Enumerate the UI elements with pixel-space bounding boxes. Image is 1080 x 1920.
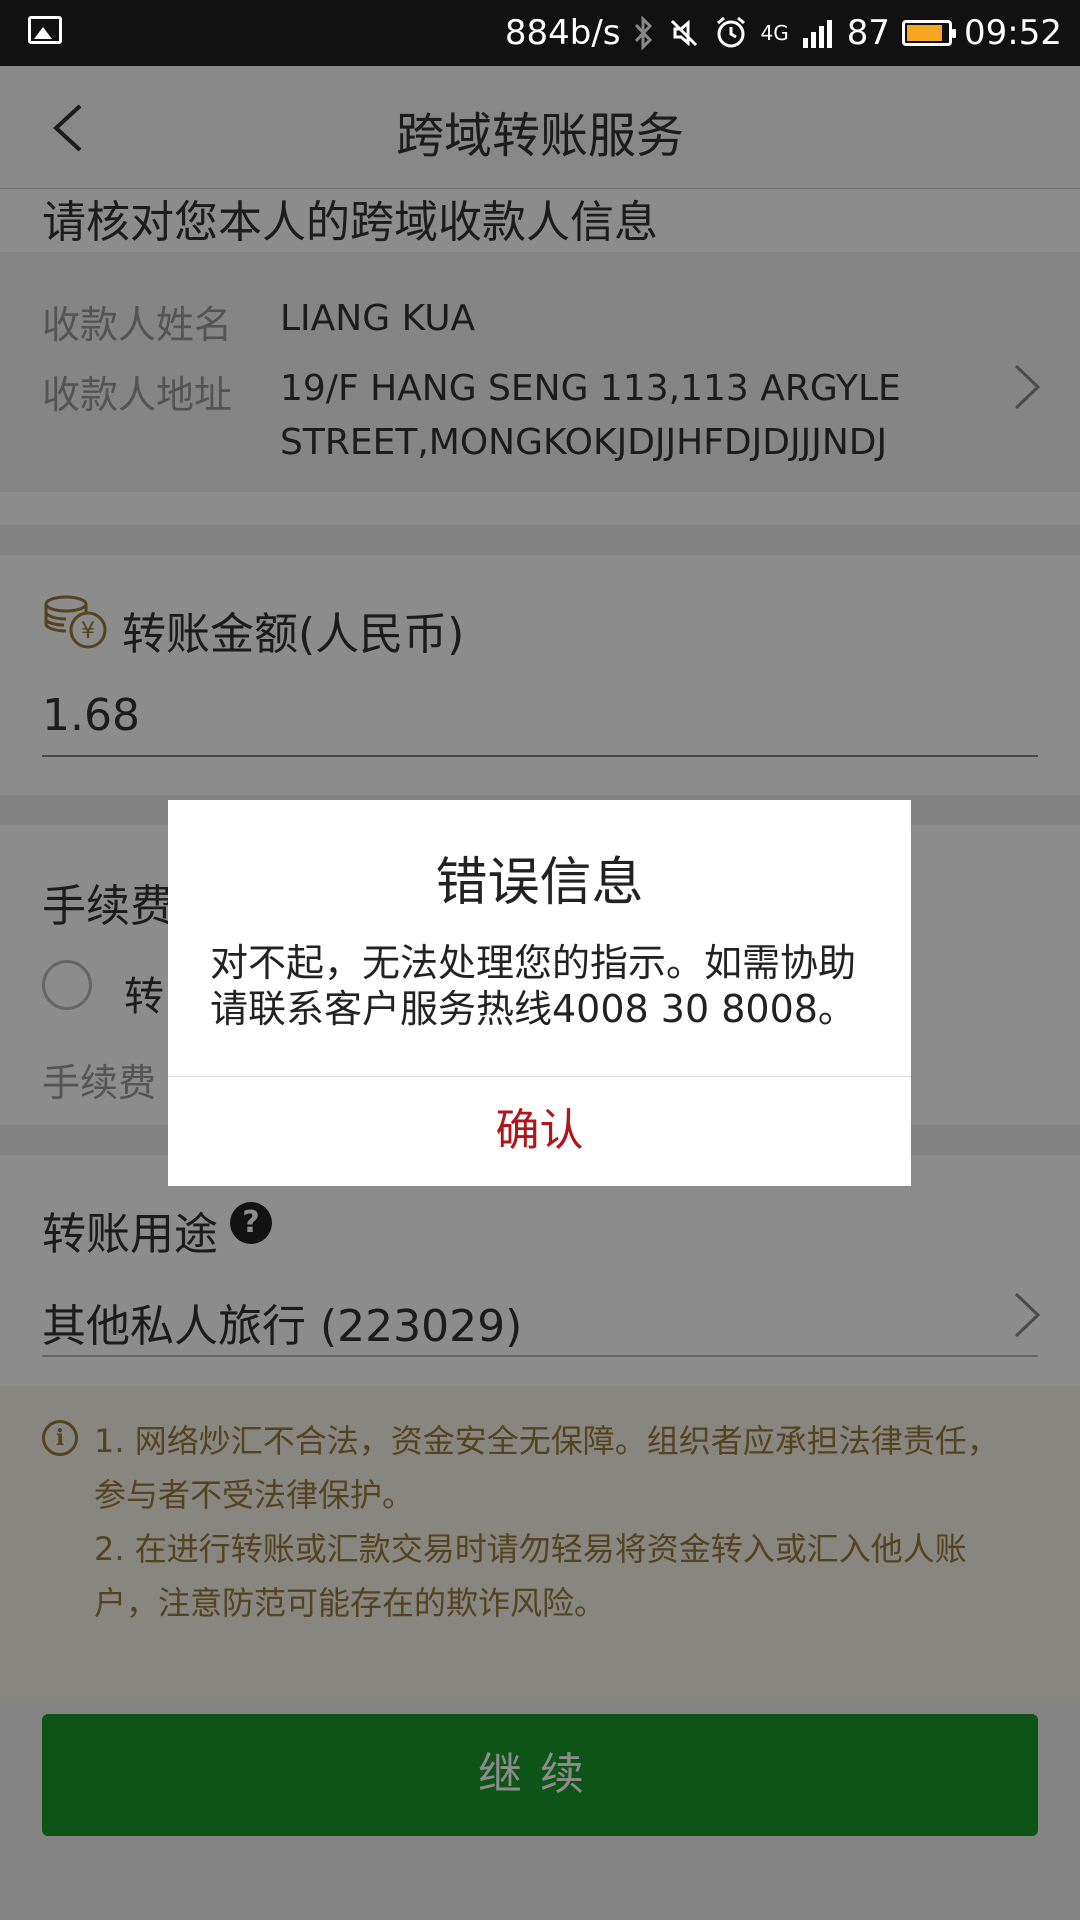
network-speed: 884b/s bbox=[504, 13, 621, 53]
alarm-icon bbox=[716, 16, 745, 48]
battery-percent: 87 bbox=[846, 13, 891, 53]
clock: 09:52 bbox=[964, 13, 1062, 53]
dialog-title: 错误信息 bbox=[435, 853, 644, 913]
bluetooth-icon bbox=[634, 16, 652, 50]
mute-icon bbox=[670, 19, 697, 47]
image-icon bbox=[28, 16, 62, 44]
dialog-message-line-1: 对不起，无法处理您的指示。如需协助 bbox=[210, 941, 857, 985]
network-type: 4G bbox=[760, 21, 789, 45]
status-bar: 884b/s 4G 87 09:52 bbox=[0, 0, 1080, 66]
dialog-message-line-2: 请联系客户服务热线4008 30 8008。 bbox=[210, 987, 856, 1031]
signal-icon bbox=[802, 20, 832, 48]
error-dialog: 错误信息 对不起，无法处理您的指示。如需协助 请联系客户服务热线4008 30 … bbox=[168, 800, 911, 1186]
dialog-message: 对不起，无法处理您的指示。如需协助 请联系客户服务热线4008 30 8008。 bbox=[210, 940, 870, 1032]
confirm-button[interactable]: 确认 bbox=[168, 1076, 911, 1186]
battery-icon bbox=[902, 20, 957, 46]
